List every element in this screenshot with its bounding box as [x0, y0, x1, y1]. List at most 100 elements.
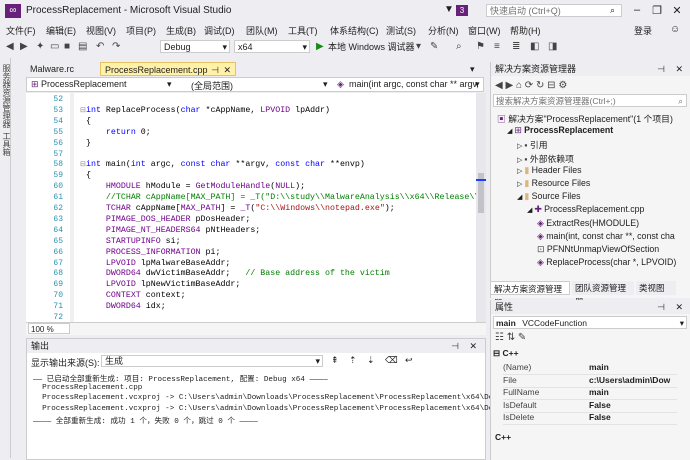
fold-collapse-icon[interactable]: ⊟ — [80, 160, 86, 168]
back-icon[interactable]: ◀ — [6, 40, 14, 54]
pin-icon[interactable]: ⊣ — [451, 339, 459, 353]
signin-link[interactable]: 登录 — [634, 24, 652, 37]
tab-class-view[interactable]: 类视图 — [636, 281, 676, 295]
bookmark-next-icon[interactable]: ◨ — [548, 40, 557, 54]
open-file-icon[interactable]: ▭ — [50, 40, 59, 54]
tree-item[interactable]: ▷ ▪ 外部依赖项 — [517, 152, 574, 165]
chevron-down-icon[interactable]: ▾ — [475, 79, 480, 90]
new-project-icon[interactable]: ✦ — [36, 40, 44, 54]
start-debug-icon[interactable]: ▶ — [316, 40, 324, 54]
tab-malware-rc[interactable]: Malware.rc — [26, 62, 98, 76]
tree-item[interactable]: ▷ ▮ Header Files — [517, 165, 582, 176]
object-selector[interactable]: main VCCodeFunction ▾ — [493, 316, 687, 329]
chevron-down-icon[interactable]: ▾ — [323, 79, 328, 90]
platform-select[interactable]: x64 ▾ — [234, 40, 310, 53]
tree-item[interactable]: ▷ ▮ Resource Files — [517, 178, 590, 189]
back-icon[interactable]: ◀ — [495, 80, 503, 91]
code-line[interactable]: int main(int argc, const char **argv, co… — [86, 160, 365, 169]
tree-item[interactable]: ▣ 解决方案"ProcessReplacement"(1 个项目) — [497, 112, 673, 125]
close-icon[interactable]: ✕ — [469, 339, 477, 353]
code-line[interactable]: HMODULE hModule = GetModuleHandle(NULL); — [86, 182, 305, 191]
prev-message-icon[interactable]: ⇡ — [349, 355, 357, 366]
properties-category[interactable]: ⊟ C++ — [493, 348, 519, 359]
property-row[interactable]: IsDefault False — [503, 400, 677, 413]
tree-item[interactable]: ◈ ReplaceProcess(char *, LPVOID) — [537, 257, 676, 268]
property-row[interactable]: FullName main — [503, 387, 677, 400]
code-line[interactable]: PIMAGE_DOS_HEADER pDosHeader; — [86, 215, 250, 224]
zoom-select[interactable]: 100 % — [28, 323, 70, 334]
server-explorer-tab[interactable]: 服务器资源管理器 — [1, 64, 12, 128]
code-line[interactable]: PROCESS_INFORMATION pi; — [86, 248, 221, 257]
property-pages-icon[interactable]: ✎ — [518, 332, 526, 343]
pin-icon[interactable]: ⊣ — [657, 62, 665, 76]
find-message-icon[interactable]: ⇞ — [331, 355, 339, 366]
menu-test[interactable]: 测试(S) — [386, 24, 416, 37]
tree-item[interactable]: ◈ ExtractRes(HMODULE) — [537, 218, 639, 229]
alphabetical-icon[interactable]: ⇅ — [507, 332, 515, 343]
sync-icon[interactable]: ⟳ — [525, 80, 533, 91]
output-source-select[interactable]: 生成 ▾ — [101, 355, 323, 367]
save-all-icon[interactable]: ▤ — [78, 40, 87, 54]
chevron-down-icon[interactable]: ▾ — [416, 40, 421, 54]
menu-build[interactable]: 生成(B) — [166, 24, 196, 37]
properties-icon[interactable]: ⚙ — [558, 80, 567, 91]
refresh-icon[interactable]: ↻ — [536, 80, 544, 91]
code-line[interactable]: { — [86, 171, 91, 180]
search-icon[interactable]: ⌕ — [678, 95, 683, 108]
forward-icon[interactable]: ▶ — [20, 40, 28, 54]
next-message-icon[interactable]: ⇣ — [367, 355, 375, 366]
function-dropdown[interactable]: main(int argc, const char ** argv, — [349, 79, 479, 89]
project-dropdown[interactable]: ProcessReplacement — [41, 79, 127, 89]
collapse-all-icon[interactable]: ⊟ — [547, 80, 555, 91]
property-row[interactable]: IsDelete False — [503, 412, 677, 425]
tab-solution-explorer[interactable]: 解决方案资源管理器 — [490, 281, 570, 308]
code-line[interactable]: { — [86, 117, 91, 126]
code-line[interactable]: PIMAGE_NT_HEADERS64 pNtHeaders; — [86, 226, 260, 235]
code-line[interactable]: return 0; — [86, 128, 151, 137]
user-icon[interactable]: ☺ — [670, 24, 680, 35]
code-line[interactable]: //TCHAR cAppName[MAX_PATH] = _T("D:\\stu… — [86, 193, 476, 202]
menu-help[interactable]: 帮助(H) — [510, 24, 541, 37]
start-debug-button[interactable]: 本地 Windows 调试器 — [328, 40, 415, 54]
close-icon[interactable]: ✕ — [223, 63, 231, 77]
solution-search-input[interactable]: 搜索解决方案资源管理器(Ctrl+;) ⌕ — [493, 94, 687, 107]
save-icon[interactable]: ■ — [64, 40, 70, 54]
code-line[interactable]: LPVOID lpNewVictimBaseAddr; — [86, 280, 240, 289]
close-icon[interactable]: ✕ — [675, 300, 683, 314]
property-row[interactable]: File c:\Users\admin\Dow — [503, 375, 677, 388]
tree-item[interactable]: ⊡ PFNNtUnmapViewOfSection — [537, 244, 659, 255]
code-line[interactable]: TCHAR cAppName[MAX_PATH] = _T("C:\\Windo… — [86, 204, 395, 213]
bookmark-icon[interactable]: ⚑ — [476, 40, 485, 54]
code-line[interactable]: STARTUPINFO si; — [86, 237, 181, 246]
close-icon[interactable]: ✕ — [675, 62, 683, 76]
minimize-button[interactable]: – — [628, 4, 646, 16]
maximize-button[interactable]: ❐ — [648, 4, 666, 17]
code-line[interactable]: CONTEXT context; — [86, 291, 186, 300]
bookmark-prev-icon[interactable]: ◧ — [530, 40, 539, 54]
code-line[interactable]: DWORD64 idx; — [86, 302, 166, 311]
home-icon[interactable]: ⌂ — [516, 80, 522, 91]
tree-item[interactable]: ▷ ▪ 引用 — [517, 138, 548, 151]
comment-icon[interactable]: ≡ — [494, 40, 500, 54]
menu-edit[interactable]: 编辑(E) — [46, 24, 76, 37]
redo-icon[interactable]: ↷ — [112, 40, 120, 54]
word-wrap-icon[interactable]: ↩ — [405, 355, 413, 366]
categorized-icon[interactable]: ☷ — [495, 332, 504, 343]
close-button[interactable]: ✕ — [668, 4, 686, 17]
code-editor[interactable]: 52 53 int ReplaceProcess(char *cAppName, L… — [26, 93, 476, 322]
menu-tools[interactable]: 工具(T) — [288, 24, 318, 37]
editor-vertical-scrollbar[interactable] — [476, 93, 486, 322]
pin-icon[interactable]: ⊣ — [211, 63, 219, 77]
clear-all-icon[interactable]: ⌫ — [385, 355, 398, 366]
menu-architecture[interactable]: 体系结构(C) — [330, 24, 379, 37]
code-line[interactable]: LPVOID lpMalwareBaseAddr; — [86, 259, 230, 268]
property-row[interactable]: (Name) main — [503, 362, 677, 375]
tab-team-explorer[interactable]: 团队资源管理器 — [572, 281, 634, 307]
scope-dropdown[interactable]: (全局范围) — [191, 79, 233, 92]
menu-view[interactable]: 视图(V) — [86, 24, 116, 37]
tab-processreplacement-cpp[interactable]: ProcessReplacement.cpp ⊣ ✕ — [100, 62, 236, 76]
tree-item[interactable]: ◢ ▮ Source Files — [517, 191, 581, 202]
menu-team[interactable]: 团队(M) — [246, 24, 278, 37]
attach-icon[interactable]: ✎ — [430, 40, 438, 54]
forward-icon[interactable]: ▶ — [505, 80, 513, 91]
